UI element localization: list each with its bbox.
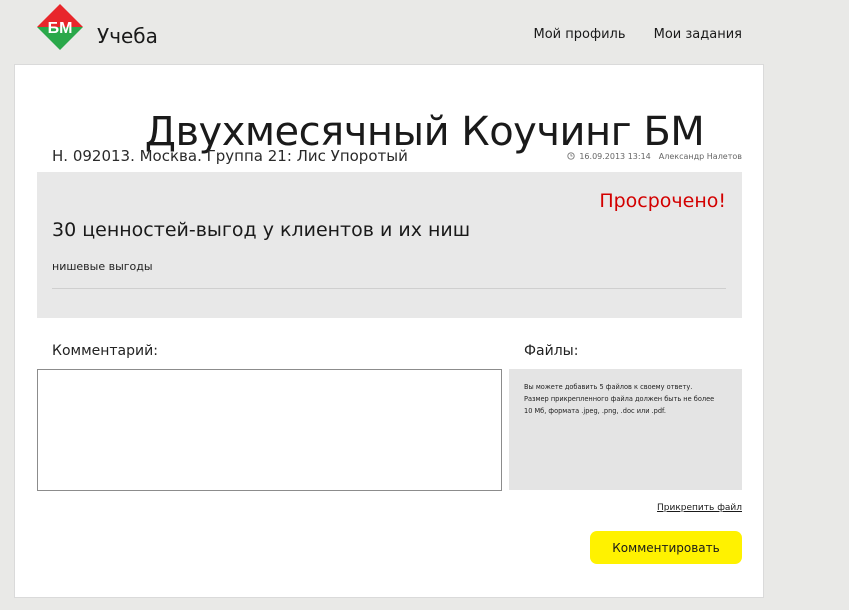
bm-logo: БМ — [37, 4, 83, 50]
task-panel: Просрочено! 30 ценностей-выгод у клиенто… — [37, 172, 742, 318]
divider — [52, 288, 726, 289]
files-info-line: Размер прикрепленного файла должен быть … — [524, 395, 715, 403]
brand-name: Учеба — [97, 24, 158, 48]
task-title: 30 ценностей-выгод у клиентов и их ниш — [52, 219, 471, 241]
status-badge: Просрочено! — [599, 190, 726, 212]
attach-file-link[interactable]: Прикрепить файл — [657, 503, 742, 513]
group-info: Н. 092013. Москва. Группа 21: Лис Упорот… — [52, 147, 408, 165]
files-info-line: Вы можете добавить 5 файлов к своему отв… — [524, 383, 693, 391]
top-nav: Мой профиль Мои задания — [510, 27, 743, 42]
clock-icon — [567, 152, 575, 160]
logo-text: БМ — [48, 20, 73, 37]
timestamp: 16.09.2013 13:14 — [579, 152, 651, 161]
nav-my-profile[interactable]: Мой профиль — [534, 27, 626, 42]
task-description: нишевые выгоды — [52, 260, 153, 273]
files-label: Файлы: — [524, 343, 579, 359]
files-info-box: Вы можете добавить 5 файлов к своему отв… — [509, 369, 742, 490]
task-meta: 16.09.2013 13:14 Александр Налетов — [567, 152, 742, 161]
comment-button[interactable]: Комментировать — [590, 531, 742, 564]
comment-textarea[interactable] — [37, 369, 502, 491]
files-info-line: 10 Мб, формата .jpeg, .png, .doc или .pd… — [524, 407, 666, 415]
author-name: Александр Налетов — [658, 152, 742, 161]
comment-label: Комментарий: — [52, 343, 158, 359]
nav-my-tasks[interactable]: Мои задания — [654, 27, 742, 42]
